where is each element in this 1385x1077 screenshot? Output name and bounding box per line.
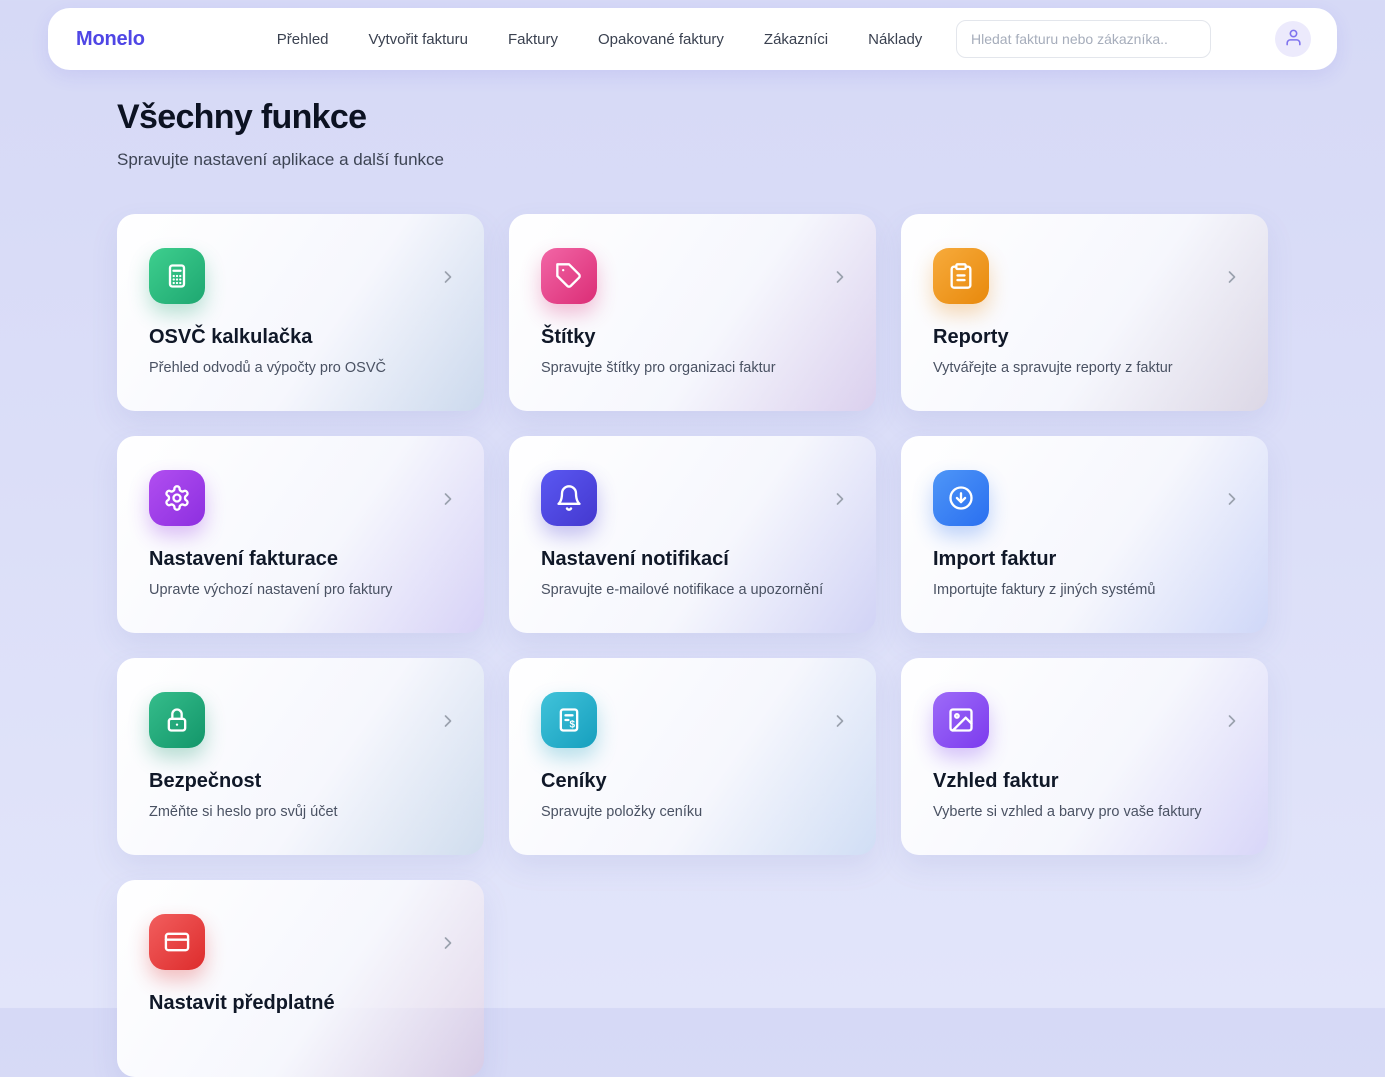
card-description: Spravujte položky ceníku <box>541 804 844 820</box>
svg-text:$: $ <box>569 720 575 731</box>
feature-card-osvc-kalkulacka[interactable]: OSVČ kalkulačka Přehled odvodů a výpočty … <box>117 214 484 411</box>
card-description: Importujte faktury z jiných systémů <box>933 582 1236 598</box>
card-title: Bezpečnost <box>149 770 452 793</box>
card-title: Ceníky <box>541 770 844 793</box>
card-description <box>149 1026 452 1041</box>
feature-card-nastaveni-fakturace[interactable]: Nastavení fakturace Upravte výchozí nasta… <box>117 436 484 633</box>
feature-card-nastavit-predplatne[interactable]: Nastavit předplatné <box>117 880 484 1077</box>
bell-icon <box>541 470 597 526</box>
chevron-right-icon <box>438 267 458 287</box>
card-title: Reporty <box>933 326 1236 349</box>
card-description: Přehled odvodů a výpočty pro OSVČ <box>149 360 452 376</box>
feature-card-reporty[interactable]: Reporty Vytvářejte a spravujte reporty z … <box>901 214 1268 411</box>
chevron-right-icon <box>830 489 850 509</box>
chevron-right-icon <box>438 933 458 953</box>
nav-links: Přehled Vytvořit fakturu Faktury Opakované … <box>277 31 923 48</box>
chevron-right-icon <box>830 711 850 731</box>
card-description: Vyberte si vzhled a barvy pro vaše faktu… <box>933 804 1236 820</box>
lock-icon <box>149 692 205 748</box>
chevron-right-icon <box>830 267 850 287</box>
feature-card-ceniky[interactable]: $ Ceníky Spravujte položky ceníku <box>509 658 876 855</box>
card-description: Vytvářejte a spravujte reporty z faktur <box>933 360 1236 376</box>
nav-item-opakovane-faktury[interactable]: Opakované faktury <box>598 31 724 48</box>
nav-item-vytvorit-fakturu[interactable]: Vytvořit fakturu <box>369 31 468 48</box>
credit-card-icon <box>149 914 205 970</box>
image-icon <box>933 692 989 748</box>
user-icon <box>1284 28 1303 50</box>
chevron-right-icon <box>1222 489 1242 509</box>
feature-card-stitky[interactable]: Štítky Spravujte štítky pro organizaci fa… <box>509 214 876 411</box>
feature-card-vzhled-faktur[interactable]: Vzhled faktur Vyberte si vzhled a barvy p… <box>901 658 1268 855</box>
clipboard-icon <box>933 248 989 304</box>
card-title: Štítky <box>541 326 844 349</box>
nav-item-zakaznici[interactable]: Zákazníci <box>764 31 828 48</box>
brand-logo[interactable]: Monelo <box>76 28 145 51</box>
card-description: Upravte výchozí nastavení pro faktury <box>149 582 452 598</box>
tag-icon <box>541 248 597 304</box>
chevron-right-icon <box>438 711 458 731</box>
chevron-right-icon <box>1222 711 1242 731</box>
chevron-right-icon <box>438 489 458 509</box>
top-navbar: Monelo Přehled Vytvořit fakturu Faktury Opa… <box>48 8 1337 70</box>
import-icon <box>933 470 989 526</box>
avatar-button[interactable] <box>1275 21 1311 57</box>
card-description: Spravujte e-mailové notifikace a upozorn… <box>541 582 844 598</box>
card-title: Nastavení notifikací <box>541 548 844 571</box>
features-grid: OSVČ kalkulačka Přehled odvodů a výpočty … <box>117 214 1268 1077</box>
price-list-icon: $ <box>541 692 597 748</box>
chevron-right-icon <box>1222 267 1242 287</box>
feature-card-bezpecnost[interactable]: Bezpečnost Změňte si heslo pro svůj účet <box>117 658 484 855</box>
feature-card-nastaveni-notifikaci[interactable]: Nastavení notifikací Spravujte e-mailové … <box>509 436 876 633</box>
nav-item-naklady[interactable]: Náklady <box>868 31 922 48</box>
search-input[interactable] <box>956 20 1211 58</box>
card-title: Vzhled faktur <box>933 770 1236 793</box>
card-title: Import faktur <box>933 548 1236 571</box>
nav-item-prehled[interactable]: Přehled <box>277 31 329 48</box>
card-title: Nastavit předplatné <box>149 992 452 1015</box>
card-title: Nastavení fakturace <box>149 548 452 571</box>
page-subtitle: Spravujte nastavení aplikace a další fun… <box>117 150 1268 170</box>
main-content: Všechny funkce Spravujte nastavení aplik… <box>0 70 1385 1077</box>
card-description: Spravujte štítky pro organizaci faktur <box>541 360 844 376</box>
gear-icon <box>149 470 205 526</box>
card-description: Změňte si heslo pro svůj účet <box>149 804 452 820</box>
page-title: Všechny funkce <box>117 98 1268 137</box>
card-title: OSVČ kalkulačka <box>149 326 452 349</box>
feature-card-import-faktur[interactable]: Import faktur Importujte faktury z jiných… <box>901 436 1268 633</box>
calculator-icon <box>149 248 205 304</box>
nav-item-faktury[interactable]: Faktury <box>508 31 558 48</box>
